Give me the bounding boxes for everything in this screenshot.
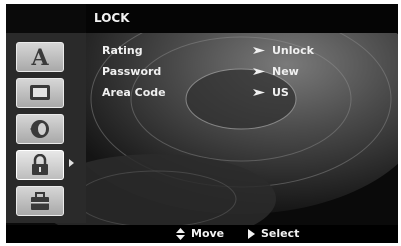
- display-icon: [30, 85, 50, 100]
- tab-display[interactable]: [16, 78, 64, 108]
- menu-item-label: Rating: [102, 44, 143, 57]
- audio-icon: [30, 120, 49, 138]
- language-icon: A: [30, 46, 49, 68]
- tab-lock[interactable]: [16, 150, 64, 180]
- menu-item-value: New: [272, 65, 299, 78]
- menu-item-value: Unlock: [272, 44, 314, 57]
- category-sidebar: A: [6, 33, 86, 223]
- menu-item-password[interactable]: Password New: [102, 65, 372, 81]
- menu-item-rating[interactable]: Rating Unlock: [102, 44, 372, 60]
- select-label: Select: [261, 227, 300, 240]
- tab-others[interactable]: [16, 186, 64, 216]
- right-arrow-icon: [248, 228, 255, 239]
- help-bar: Move Select: [6, 225, 398, 243]
- up-down-arrow-icon: [176, 227, 185, 240]
- menu-item-label: Password: [102, 65, 162, 78]
- arrow-right-icon: [253, 68, 265, 75]
- arrow-right-icon: [253, 89, 265, 96]
- menu-item-area-code[interactable]: Area Code US: [102, 86, 372, 102]
- move-hint: Move: [176, 227, 224, 240]
- menu-item-value: US: [272, 86, 289, 99]
- tab-audio[interactable]: [16, 114, 64, 144]
- move-label: Move: [191, 227, 225, 240]
- others-icon: [31, 192, 49, 210]
- select-hint: Select: [248, 227, 299, 240]
- arrow-right-icon: [253, 47, 265, 54]
- dvd-setup-screen: LOCK A Rating Unlock Password New Area C…: [6, 4, 398, 243]
- page-title: LOCK: [86, 4, 398, 33]
- language-icon-glyph: A: [30, 46, 49, 68]
- tab-language[interactable]: A: [16, 42, 64, 72]
- menu-item-label: Area Code: [102, 86, 166, 99]
- lock-icon: [32, 154, 48, 175]
- selected-tab-arrow-icon: [69, 159, 74, 167]
